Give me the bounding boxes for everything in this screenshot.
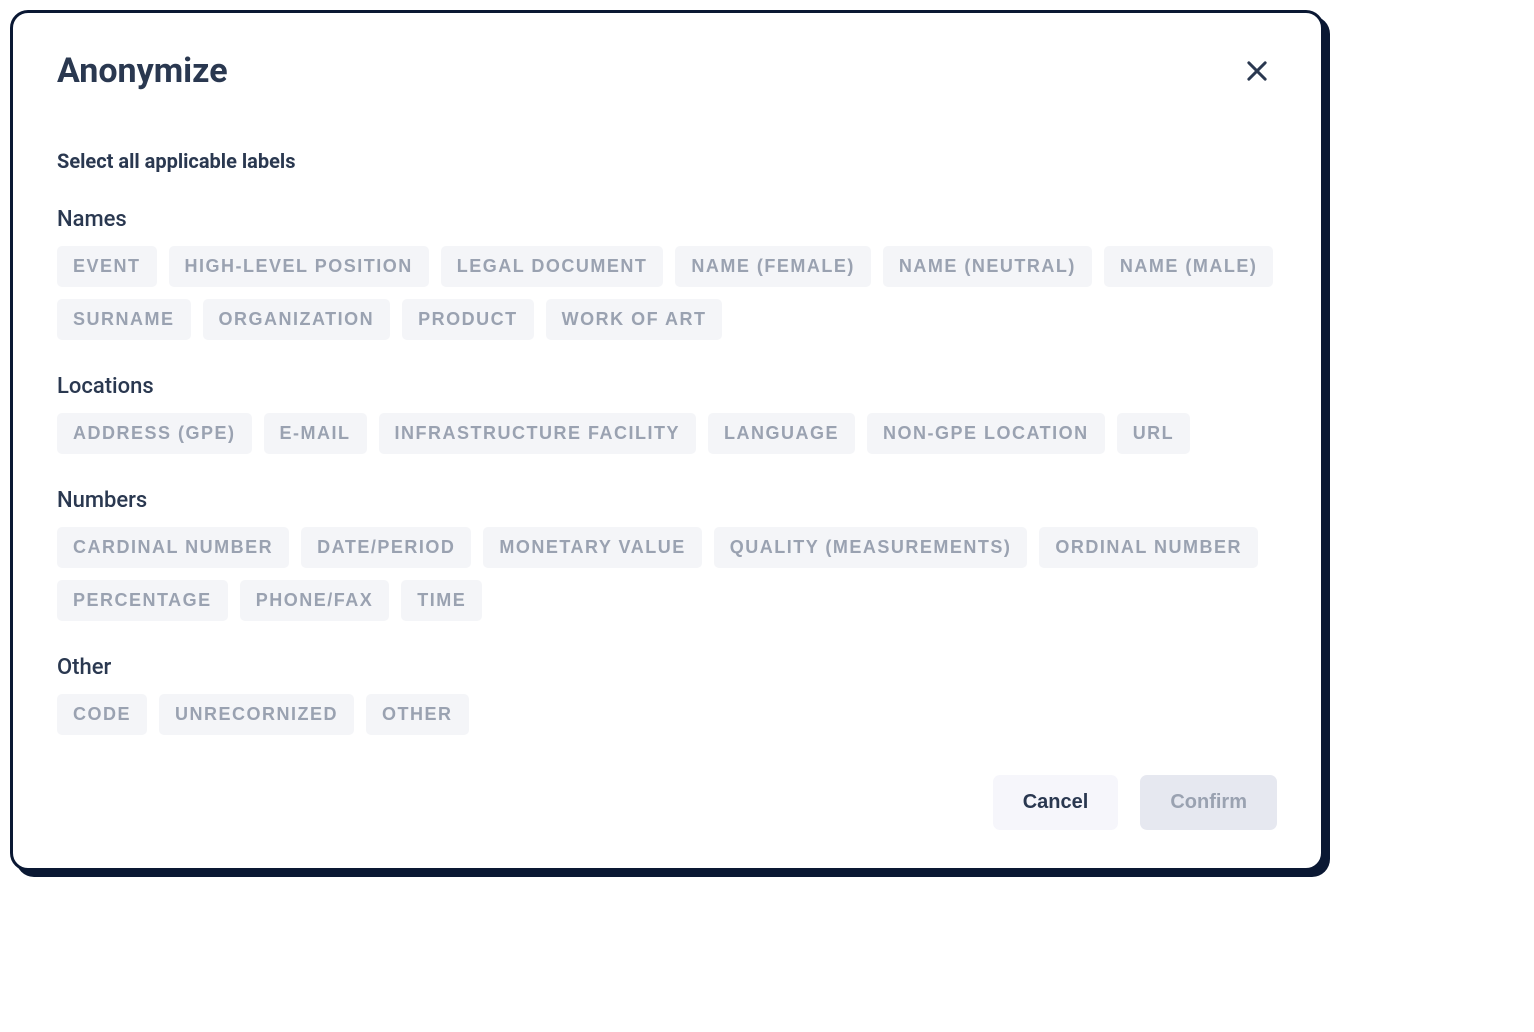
dialog-header: Anonymize <box>57 51 1277 91</box>
chip-product[interactable]: PRODUCT <box>402 299 534 340</box>
cancel-button[interactable]: Cancel <box>993 775 1119 830</box>
chip-language[interactable]: LANGUAGE <box>708 413 855 454</box>
group-title-other: Other <box>57 655 1277 680</box>
chips-locations: ADDRESS (GPE) E-MAIL INFRASTRUCTURE FACI… <box>57 413 1277 454</box>
chip-percentage[interactable]: PERCENTAGE <box>57 580 228 621</box>
chip-name-male[interactable]: NAME (MALE) <box>1104 246 1273 287</box>
close-button[interactable] <box>1237 51 1277 91</box>
chip-ordinal-number[interactable]: ORDINAL NUMBER <box>1039 527 1258 568</box>
chip-legal-document[interactable]: LEGAL DOCUMENT <box>441 246 664 287</box>
group-title-names: Names <box>57 207 1277 232</box>
chips-numbers: CARDINAL NUMBER DATE/PERIOD MONETARY VAL… <box>57 527 1277 621</box>
chip-e-mail[interactable]: E-MAIL <box>264 413 367 454</box>
group-title-locations: Locations <box>57 374 1277 399</box>
chip-name-female[interactable]: NAME (FEMALE) <box>675 246 870 287</box>
group-locations: Locations ADDRESS (GPE) E-MAIL INFRASTRU… <box>57 374 1277 454</box>
group-other: Other CODE UNRECORNIZED OTHER <box>57 655 1277 735</box>
chip-date-period[interactable]: DATE/PERIOD <box>301 527 471 568</box>
chips-other: CODE UNRECORNIZED OTHER <box>57 694 1277 735</box>
chip-organization[interactable]: ORGANIZATION <box>203 299 391 340</box>
chip-other[interactable]: OTHER <box>366 694 469 735</box>
chip-surname[interactable]: SURNAME <box>57 299 191 340</box>
chip-non-gpe-location[interactable]: NON-GPE LOCATION <box>867 413 1105 454</box>
chip-phone-fax[interactable]: PHONE/FAX <box>240 580 390 621</box>
instruction-text: Select all applicable labels <box>57 149 1277 173</box>
chip-address-gpe[interactable]: ADDRESS (GPE) <box>57 413 252 454</box>
chip-quality-measurements[interactable]: QUALITY (MEASUREMENTS) <box>714 527 1028 568</box>
dialog-footer: Cancel Confirm <box>57 775 1277 830</box>
chip-event[interactable]: EVENT <box>57 246 157 287</box>
group-names: Names EVENT HIGH-LEVEL POSITION LEGAL DO… <box>57 207 1277 340</box>
group-numbers: Numbers CARDINAL NUMBER DATE/PERIOD MONE… <box>57 488 1277 621</box>
chip-url[interactable]: URL <box>1117 413 1191 454</box>
chip-infrastructure-facility[interactable]: INFRASTRUCTURE FACILITY <box>379 413 697 454</box>
chips-names: EVENT HIGH-LEVEL POSITION LEGAL DOCUMENT… <box>57 246 1277 340</box>
chip-cardinal-number[interactable]: CARDINAL NUMBER <box>57 527 289 568</box>
chip-monetary-value[interactable]: MONETARY VALUE <box>483 527 701 568</box>
chip-code[interactable]: CODE <box>57 694 147 735</box>
close-icon <box>1243 57 1271 85</box>
confirm-button[interactable]: Confirm <box>1140 775 1277 830</box>
chip-high-level-position[interactable]: HIGH-LEVEL POSITION <box>169 246 429 287</box>
chip-name-neutral[interactable]: NAME (NEUTRAL) <box>883 246 1092 287</box>
chip-work-of-art[interactable]: WORK OF ART <box>546 299 723 340</box>
chip-time[interactable]: TIME <box>401 580 482 621</box>
group-title-numbers: Numbers <box>57 488 1277 513</box>
chip-unrecornized[interactable]: UNRECORNIZED <box>159 694 354 735</box>
dialog-title: Anonymize <box>57 51 228 91</box>
anonymize-dialog: Anonymize Select all applicable labels N… <box>10 10 1324 871</box>
